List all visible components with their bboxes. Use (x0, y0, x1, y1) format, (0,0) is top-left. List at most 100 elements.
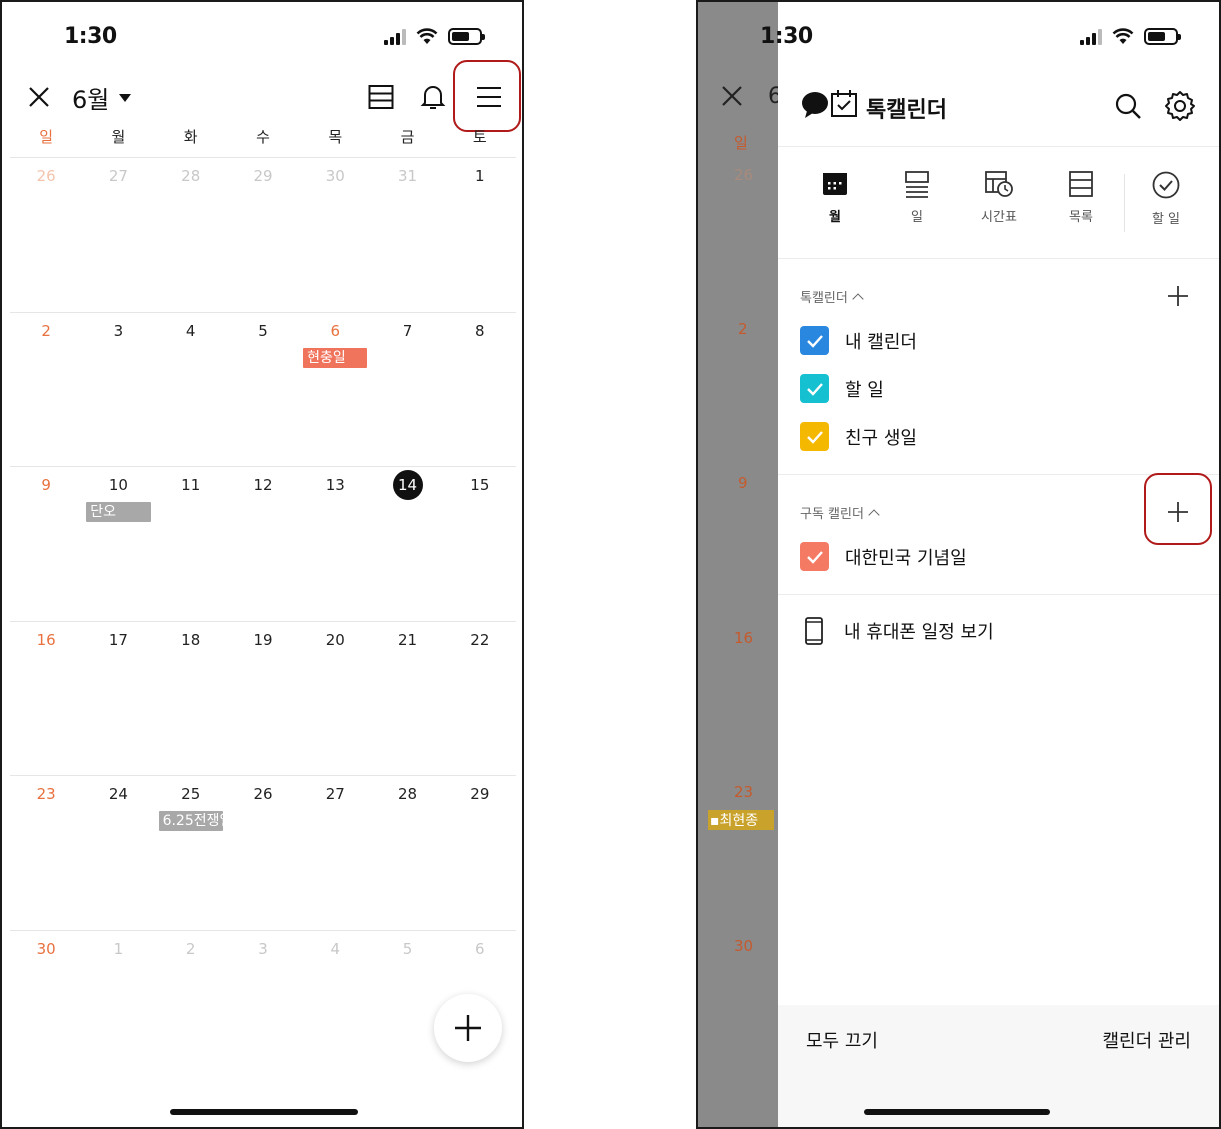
dim-date: 2 (738, 320, 748, 338)
day-cell[interactable]: 22 (444, 622, 516, 776)
day-cell[interactable]: 29 (444, 776, 516, 930)
tab-day[interactable]: 일 (876, 170, 958, 240)
phone-schedule-link[interactable]: 내 휴대폰 일정 보기 (800, 616, 994, 646)
dim-date: 23 (734, 783, 754, 801)
day-cell[interactable]: 30 (10, 931, 82, 1085)
add-event-button[interactable] (434, 994, 502, 1062)
day-cell[interactable]: 4 (155, 313, 227, 467)
checkbox-checked-icon[interactable] (800, 374, 829, 403)
day-cell[interactable]: 17 (82, 622, 154, 776)
event-chip[interactable]: 단오 (86, 502, 151, 522)
day-cell[interactable]: 9 (10, 467, 82, 621)
tab-list[interactable]: 목록 (1040, 170, 1122, 240)
day-cell[interactable]: 5 (227, 313, 299, 467)
week-row: 26 27 28 29 30 31 1 (10, 157, 516, 312)
day-cell[interactable]: 29 (227, 158, 299, 312)
day-cell[interactable]: 4 (299, 931, 371, 1085)
day-cell[interactable]: 30 (299, 158, 371, 312)
checkbox-checked-icon[interactable] (800, 422, 829, 451)
checkbox-checked-icon[interactable] (800, 326, 829, 355)
day-number: 8 (475, 321, 485, 340)
chevron-up-icon (852, 292, 864, 305)
day-cell[interactable]: 12 (227, 467, 299, 621)
day-cell[interactable]: 28 (155, 158, 227, 312)
close-icon[interactable] (24, 82, 54, 112)
day-number: 22 (470, 630, 490, 649)
manage-calendar-button[interactable]: 캘린더 관리 (1102, 1027, 1191, 1053)
calendar-item-korea-holidays[interactable]: 대한민국 기념일 (800, 542, 967, 571)
day-cell[interactable]: 27 (82, 158, 154, 312)
drawer-header: 톡캘린더 (778, 82, 1219, 132)
day-cell[interactable]: 11 (155, 467, 227, 621)
weekday-label: 목 (328, 128, 343, 146)
day-cell[interactable]: 24 (82, 776, 154, 930)
day-number: 2 (41, 321, 51, 340)
day-cell[interactable]: 27 (299, 776, 371, 930)
day-cell[interactable]: 16 (10, 622, 82, 776)
today-marker: 14 (392, 470, 423, 500)
day-cell[interactable]: 19 (227, 622, 299, 776)
calendar-item-my-calendar[interactable]: 내 캘린더 (800, 326, 917, 355)
day-cell[interactable]: 13 (299, 467, 371, 621)
tab-month[interactable]: 월 (794, 170, 876, 240)
dim-date: 30 (734, 937, 754, 955)
day-cell[interactable]: 14 (371, 467, 443, 621)
day-number: 29 (470, 785, 490, 803)
day-number: 31 (398, 167, 418, 185)
day-cell[interactable]: 20 (299, 622, 371, 776)
day-cell[interactable]: 5 (371, 931, 443, 1085)
list-view-icon[interactable] (364, 80, 398, 114)
turn-off-all-button[interactable]: 모두 끄기 (806, 1027, 878, 1053)
day-cell[interactable]: 26 (10, 158, 82, 312)
day-cell[interactable]: 15 (444, 467, 516, 621)
checkbox-checked-icon[interactable] (800, 542, 829, 571)
smartphone-icon (805, 617, 823, 645)
day-cell[interactable]: 7 (371, 313, 443, 467)
day-cell[interactable]: 23 (10, 776, 82, 930)
section-talk-calendar[interactable]: 톡캘린더 (800, 287, 864, 306)
section-subscribed-calendar[interactable]: 구독 캘린더 (800, 503, 880, 522)
search-icon[interactable] (1114, 92, 1142, 124)
dimmed-calendar-background[interactable]: 6 일 26 2 9 16 23 ▪최현종 30 (698, 2, 778, 1127)
day-cell[interactable]: 18 (155, 622, 227, 776)
day-cell[interactable]: 6 현충일 (299, 313, 371, 467)
day-cell[interactable]: 1 (444, 158, 516, 312)
tab-todo[interactable]: 할 일 (1125, 170, 1207, 240)
tab-timetable[interactable]: 시간표 (958, 170, 1040, 240)
day-number: 5 (402, 939, 413, 958)
day-cell[interactable]: 2 (155, 931, 227, 1085)
day-number: 17 (108, 630, 128, 649)
bell-icon[interactable] (416, 80, 450, 114)
add-talk-calendar-button[interactable] (1168, 286, 1188, 310)
day-number: 30 (36, 939, 56, 958)
day-cell[interactable]: 3 (82, 313, 154, 467)
day-cell[interactable]: 28 (371, 776, 443, 930)
day-cell[interactable]: 31 (371, 158, 443, 312)
dim-date: 9 (738, 474, 748, 492)
caret-down-icon (119, 93, 132, 102)
day-cell[interactable]: 8 (444, 313, 516, 467)
event-chip[interactable]: 현충일 (303, 347, 368, 368)
calendar-item-todo[interactable]: 할 일 (800, 374, 884, 403)
calendar-drawer-screen: 6 일 26 2 9 16 23 ▪최현종 30 1:30 톡캘린더 (696, 0, 1221, 1129)
plus-icon (455, 1015, 481, 1041)
day-cell[interactable]: 21 (371, 622, 443, 776)
day-number: 29 (253, 167, 273, 185)
day-cell[interactable]: 3 (227, 931, 299, 1085)
app-title: 톡캘린더 (866, 98, 947, 123)
calendar-item-friend-birthday[interactable]: 친구 생일 (800, 422, 917, 451)
chevron-up-icon (868, 508, 880, 521)
status-time: 1:30 (760, 24, 813, 49)
day-number: 2 (185, 939, 196, 958)
day-cell[interactable]: 10 단오 (82, 467, 154, 621)
event-chip[interactable]: 6.25전쟁일 (158, 811, 223, 831)
gear-icon[interactable] (1164, 90, 1196, 126)
day-cell[interactable]: 25 6.25전쟁일 (155, 776, 227, 930)
day-cell[interactable]: 2 (10, 313, 82, 467)
month-selector[interactable]: 6월 (72, 80, 132, 115)
menu-highlight-box (453, 60, 521, 132)
day-number: 13 (325, 476, 345, 494)
day-number: 4 (330, 939, 341, 958)
day-cell[interactable]: 1 (82, 931, 154, 1085)
day-cell[interactable]: 26 (227, 776, 299, 930)
